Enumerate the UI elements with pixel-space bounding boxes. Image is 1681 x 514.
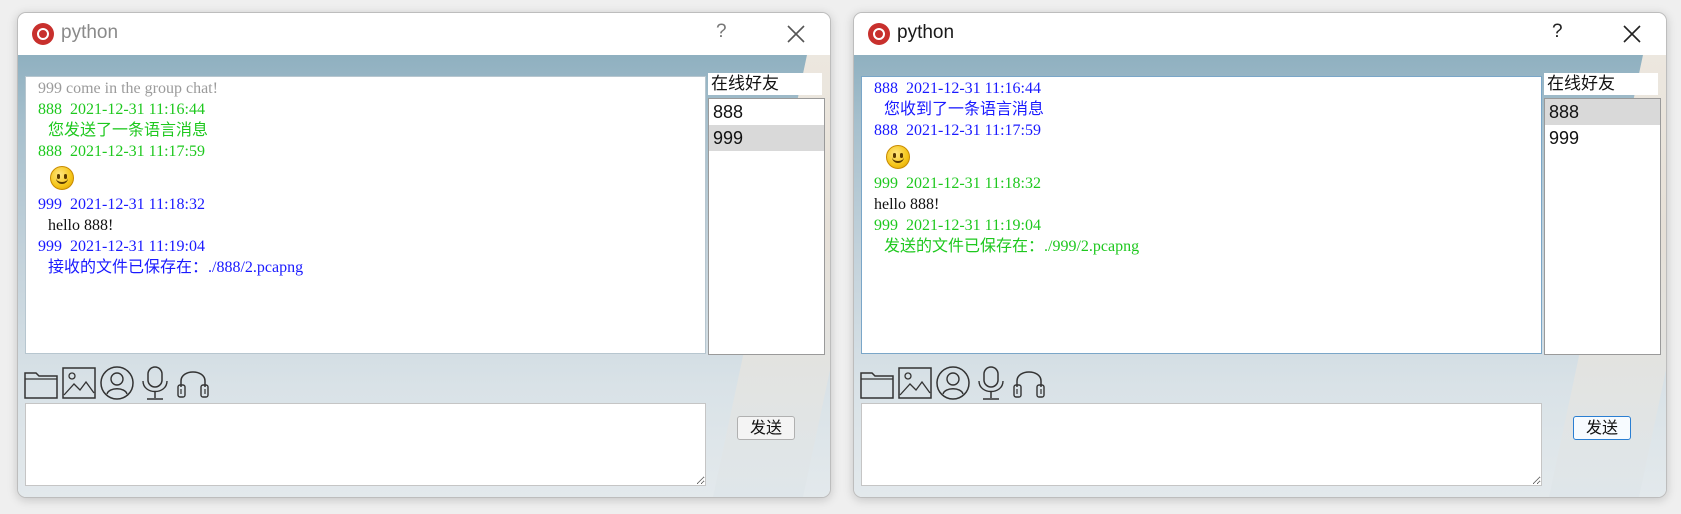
image-icon[interactable] (61, 365, 97, 401)
chat-message-emoji (26, 162, 705, 194)
chat-message-header: 888 2021-12-31 11:17:59 (38, 143, 205, 160)
message-input[interactable] (861, 403, 1542, 486)
online-friends-list[interactable]: 888 999 (708, 98, 825, 355)
chat-message: 999 come in the group chat! (38, 80, 218, 97)
avatar-icon[interactable] (935, 365, 971, 401)
toolbar (859, 365, 1047, 403)
chat-window-left: python ? 999 come in the group chat! 888… (17, 12, 831, 498)
chat-history[interactable]: 888 2021-12-31 11:16:44 您收到了一条语言消息 888 2… (861, 76, 1542, 354)
chat-window-right: python ? 888 2021-12-31 11:16:44 您收到了一条语… (853, 12, 1667, 498)
chat-message-body: 接收的文件已保存在：./888/2.pcapng (48, 259, 304, 276)
chat-message-header: 999 2021-12-31 11:18:32 (38, 196, 205, 213)
chat-message-header: 888 2021-12-31 11:17:59 (874, 122, 1041, 139)
title-bar[interactable]: python ? (854, 13, 1666, 55)
chat-message-body: 您收到了一条语言消息 (884, 101, 1045, 118)
chat-message-body: hello 888! (874, 196, 940, 213)
online-friends-label: 在线好友 (708, 73, 822, 95)
window-title: python (897, 22, 955, 43)
message-input[interactable] (25, 403, 706, 486)
microphone-icon[interactable] (137, 365, 173, 401)
app-logo-icon (32, 23, 54, 45)
help-button[interactable]: ? (716, 21, 727, 43)
avatar-icon[interactable] (99, 365, 135, 401)
toolbar (23, 365, 211, 403)
folder-icon[interactable] (859, 365, 895, 401)
title-bar[interactable]: python ? (18, 13, 830, 55)
smiley-emoji-icon (50, 166, 74, 190)
image-icon[interactable] (897, 365, 933, 401)
friend-item[interactable]: 999 (1545, 125, 1660, 151)
friend-item[interactable]: 888 (1545, 99, 1660, 125)
chat-history[interactable]: 999 come in the group chat! 888 2021-12-… (25, 76, 706, 354)
chat-message-body: 发送的文件已保存在：./999/2.pcapng (884, 238, 1140, 255)
close-icon[interactable] (1622, 24, 1642, 44)
chat-message-header: 999 2021-12-31 11:19:04 (38, 238, 205, 255)
window-title: python (61, 22, 119, 43)
chat-message-header: 999 2021-12-31 11:19:04 (874, 217, 1041, 234)
chat-message-body: hello 888! (48, 217, 114, 234)
microphone-icon[interactable] (973, 365, 1009, 401)
send-button[interactable]: 发送 (1573, 416, 1631, 440)
headset-icon[interactable] (175, 365, 211, 401)
close-icon[interactable] (786, 24, 806, 44)
app-logo-icon (868, 23, 890, 45)
friend-item[interactable]: 999 (709, 125, 824, 151)
online-friends-label: 在线好友 (1544, 73, 1658, 95)
folder-icon[interactable] (23, 365, 59, 401)
send-button[interactable]: 发送 (737, 416, 795, 440)
chat-message-body: 您发送了一条语言消息 (48, 122, 209, 139)
friend-item[interactable]: 888 (709, 99, 824, 125)
headset-icon[interactable] (1011, 365, 1047, 401)
chat-message-header: 888 2021-12-31 11:16:44 (874, 80, 1041, 97)
chat-message-emoji (862, 141, 1541, 173)
online-friends-list[interactable]: 888 999 (1544, 98, 1661, 355)
help-button[interactable]: ? (1552, 21, 1563, 43)
smiley-emoji-icon (886, 145, 910, 169)
chat-message-header: 888 2021-12-31 11:16:44 (38, 101, 205, 118)
chat-message-header: 999 2021-12-31 11:18:32 (874, 175, 1041, 192)
